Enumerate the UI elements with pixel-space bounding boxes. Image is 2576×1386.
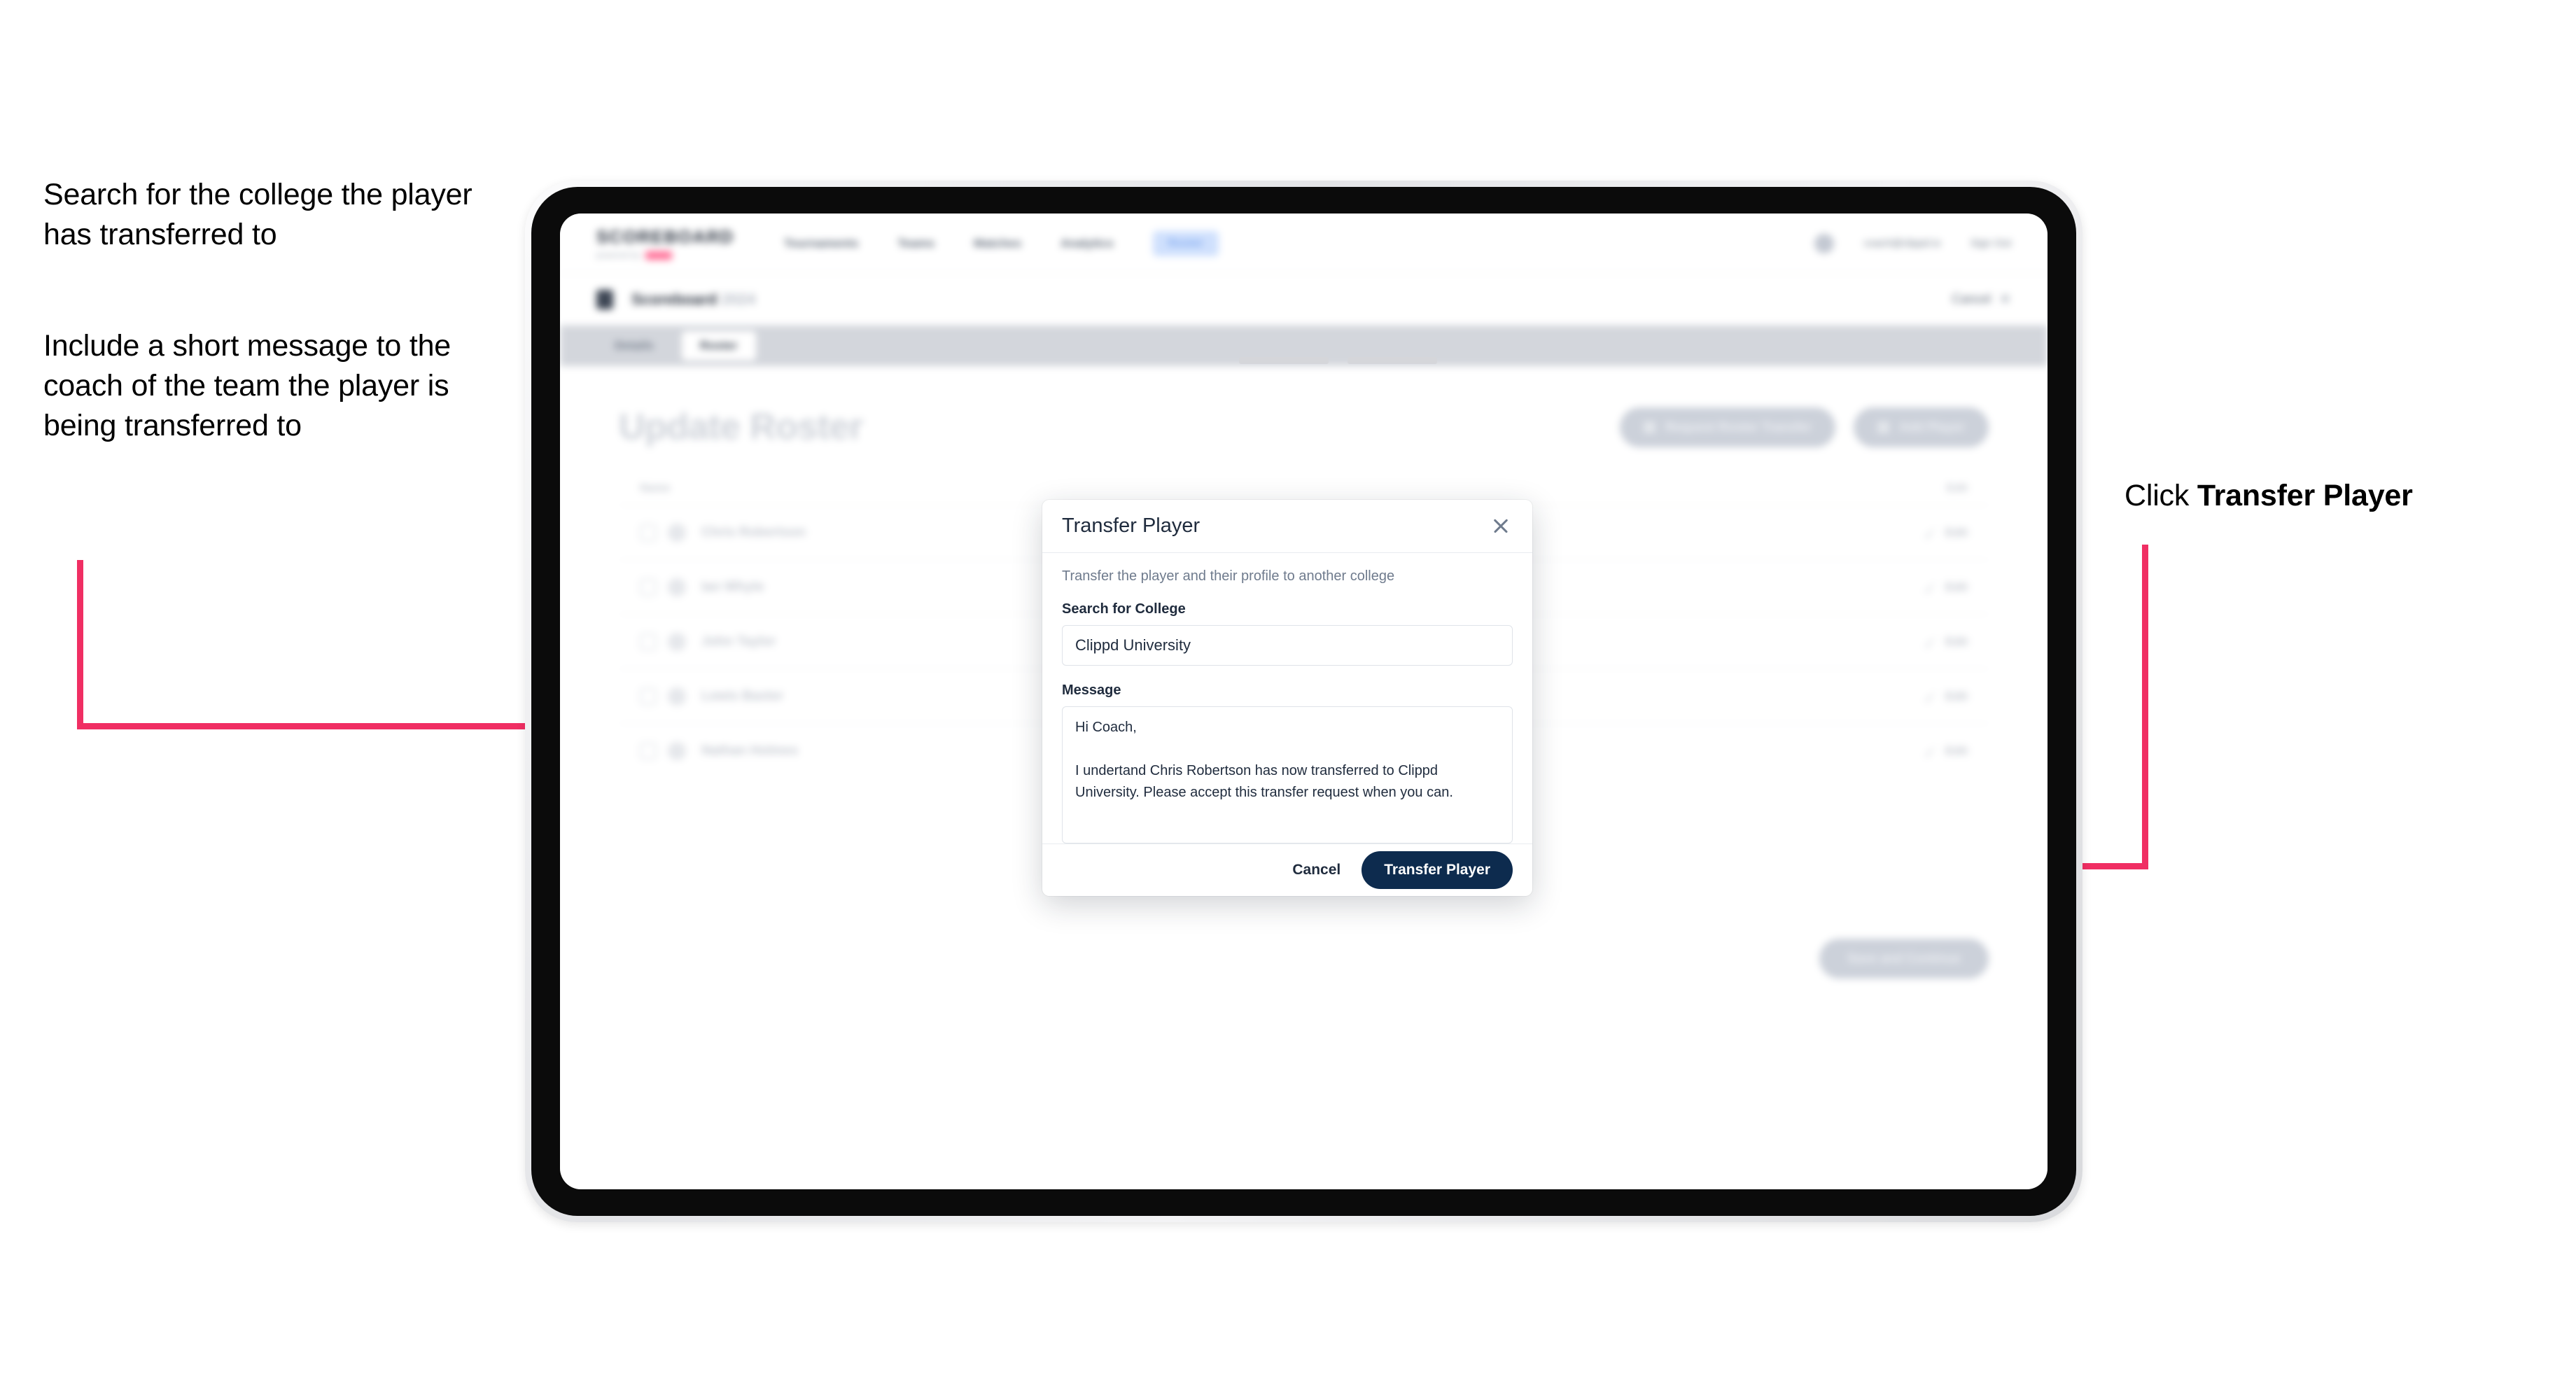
- message-textarea[interactable]: Hi Coach, I undertand Chris Robertson ha…: [1062, 706, 1513, 844]
- dialog-footer: Cancel Transfer Player: [1042, 843, 1532, 897]
- search-college-input[interactable]: Clippd University: [1062, 624, 1513, 666]
- dialog-body: Transfer the player and their profile to…: [1042, 553, 1532, 844]
- dialog-description: Transfer the player and their profile to…: [1062, 568, 1395, 584]
- modal-layer: Transfer Player Transfer the player and …: [0, 0, 2576, 1386]
- message-field-label: Message: [1062, 682, 1121, 698]
- dialog-header: Transfer Player: [1042, 500, 1532, 553]
- transfer-player-button[interactable]: Transfer Player: [1362, 850, 1513, 889]
- dialog-title: Transfer Player: [1062, 514, 1200, 537]
- college-field-label: Search for College: [1062, 601, 1186, 617]
- screenshot-canvas: Search for the college the player has tr…: [0, 0, 2576, 1386]
- cancel-button[interactable]: Cancel: [1292, 862, 1340, 878]
- transfer-player-dialog: Transfer Player Transfer the player and …: [1042, 500, 1532, 896]
- close-icon[interactable]: [1489, 514, 1513, 538]
